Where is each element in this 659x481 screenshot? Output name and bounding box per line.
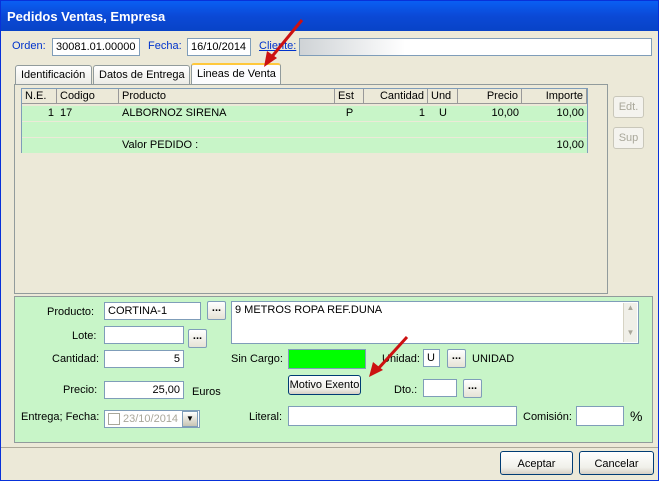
- cell-cantidad: 1: [418, 107, 425, 119]
- sin-cargo-field[interactable]: [288, 349, 366, 369]
- chevron-down-icon[interactable]: ▼: [182, 411, 198, 427]
- fecha-label: Fecha:: [148, 40, 182, 52]
- empty-row: [22, 122, 587, 137]
- col-codigo[interactable]: Codigo: [57, 89, 119, 104]
- cell-est: P: [345, 107, 354, 119]
- footer-divider: [1, 447, 658, 448]
- col-und[interactable]: Und: [428, 89, 458, 104]
- aceptar-button[interactable]: Aceptar: [500, 451, 573, 475]
- producto-field[interactable]: CORTINA-1: [104, 302, 201, 320]
- dto-label: Dto.:: [394, 384, 418, 396]
- cell-codigo: 17: [60, 107, 73, 119]
- delete-button[interactable]: Sup: [613, 127, 644, 149]
- orden-field[interactable]: 30081.01.00000: [52, 38, 140, 56]
- orden-label: Orden:: [12, 40, 46, 52]
- col-precio[interactable]: Precio: [458, 89, 522, 104]
- unidad-lookup-button[interactable]: ...: [447, 349, 466, 368]
- edit-button[interactable]: Edt.: [613, 96, 644, 118]
- grid-header: N.E. Codigo Producto Est Cantidad Und Pr…: [22, 89, 587, 104]
- comision-field[interactable]: [576, 406, 624, 426]
- scroll-down-icon[interactable]: ▼: [624, 328, 637, 337]
- lote-lookup-button[interactable]: ...: [188, 329, 207, 348]
- comision-label: Comisión:: [523, 411, 572, 423]
- descripcion-scrollbar[interactable]: ▲ ▼: [623, 303, 637, 342]
- descripcion-field[interactable]: 9 METROS ROPA REF.DUNA: [231, 301, 639, 344]
- col-producto[interactable]: Producto: [119, 89, 335, 104]
- window-title: Pedidos Ventas, Empresa: [1, 1, 658, 31]
- entrega-checkbox[interactable]: [108, 413, 120, 425]
- cliente-field[interactable]: [299, 38, 652, 56]
- unidad-desc: UNIDAD: [472, 353, 515, 365]
- lines-grid[interactable]: N.E. Codigo Producto Est Cantidad Und Pr…: [21, 88, 588, 153]
- col-est[interactable]: Est: [335, 89, 364, 104]
- cell-importe: 10,00: [556, 107, 584, 119]
- col-cantidad[interactable]: Cantidad: [364, 89, 428, 104]
- dto-field[interactable]: [423, 379, 457, 397]
- cell-und: U: [439, 107, 447, 119]
- dto-lookup-button[interactable]: ...: [463, 379, 482, 398]
- literal-field[interactable]: [288, 406, 517, 426]
- producto-lookup-button[interactable]: ...: [207, 301, 226, 320]
- sin-cargo-label: Sin Cargo:: [231, 353, 283, 365]
- motivo-exento-button[interactable]: Motivo Exento: [288, 375, 361, 395]
- table-row[interactable]: 1 17 ALBORNOZ SIRENA P 1 U 10,00 10,00: [22, 106, 587, 121]
- fecha-field[interactable]: 16/10/2014: [187, 38, 251, 56]
- total-row: Valor PEDIDO : 10,00: [22, 138, 587, 153]
- cantidad-field[interactable]: 5: [104, 350, 184, 368]
- literal-label: Literal:: [249, 411, 283, 423]
- cell-ne: 1: [47, 107, 54, 119]
- tab-datos-entrega[interactable]: Datos de Entrega: [93, 65, 190, 85]
- entrega-date: 23/10/2014: [123, 413, 179, 425]
- col-ne[interactable]: N.E.: [22, 89, 57, 104]
- cell-precio: 10,00: [491, 107, 519, 119]
- entrega-label: Entrega; Fecha:: [21, 411, 100, 423]
- lote-field[interactable]: [104, 326, 184, 344]
- annotation-arrow-icon: [264, 19, 304, 67]
- total-value: 10,00: [556, 139, 584, 151]
- col-importe[interactable]: Importe: [522, 89, 587, 104]
- tab-identificacion[interactable]: Identificación: [15, 65, 92, 85]
- precio-field[interactable]: 25,00: [104, 381, 184, 399]
- percent-label: %: [630, 408, 643, 424]
- window: Pedidos Ventas, Empresa Orden: 30081.01.…: [0, 0, 659, 481]
- lote-label: Lote:: [72, 330, 97, 342]
- precio-label: Precio:: [63, 384, 98, 396]
- cell-producto: ALBORNOZ SIRENA: [122, 107, 227, 119]
- unidad-field[interactable]: U: [423, 349, 440, 367]
- euros-label: Euros: [192, 386, 221, 398]
- producto-label: Producto:: [47, 306, 95, 318]
- scroll-up-icon[interactable]: ▲: [624, 303, 637, 312]
- cantidad-label: Cantidad:: [52, 353, 100, 365]
- annotation-arrow-icon: [369, 335, 409, 377]
- cancelar-button[interactable]: Cancelar: [579, 451, 654, 475]
- total-label: Valor PEDIDO :: [122, 139, 199, 151]
